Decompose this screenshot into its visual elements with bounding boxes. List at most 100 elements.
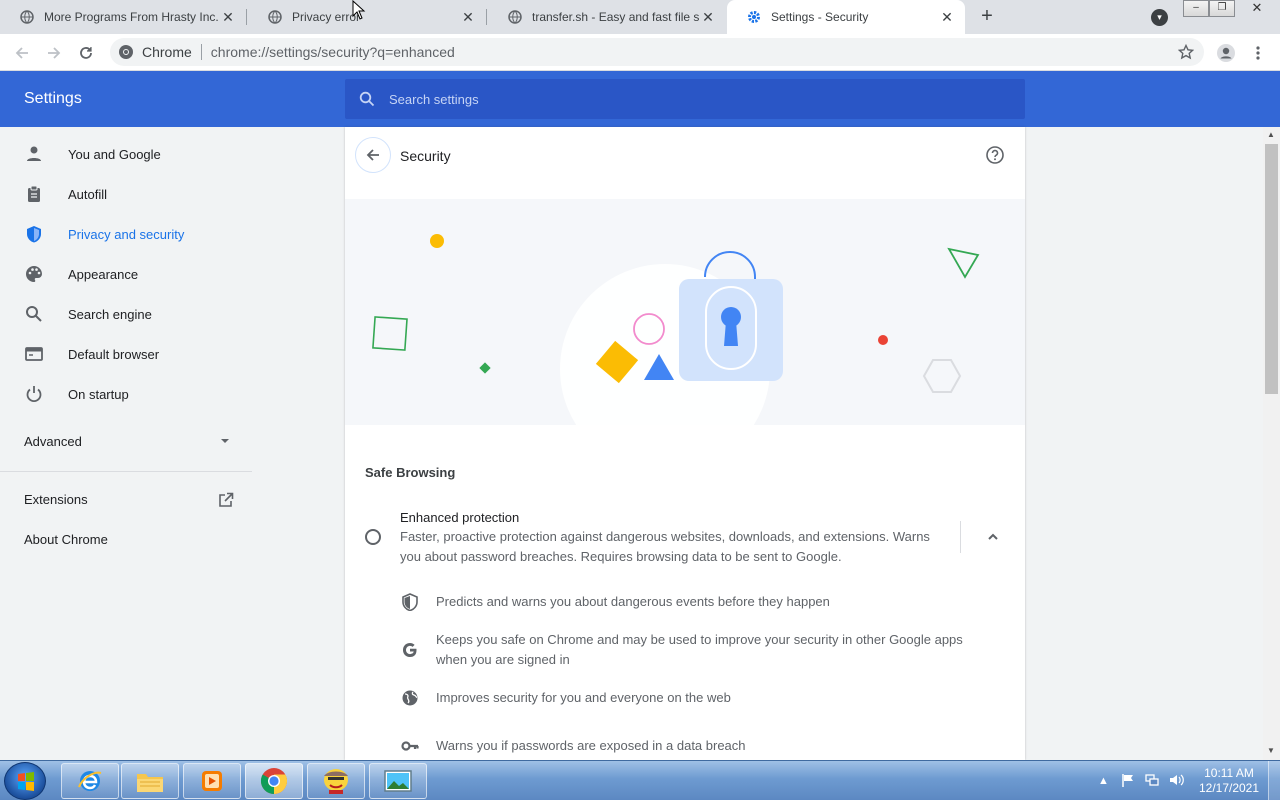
omnibox-divider [200, 44, 202, 60]
globe-icon [268, 10, 282, 24]
sidebar-item-label: On startup [68, 386, 129, 402]
page-scrollbar[interactable]: ▲ ▼ [1263, 127, 1280, 760]
clipboard-icon [24, 184, 44, 204]
tray-expand-icon[interactable]: ▲ [1098, 775, 1109, 787]
arrow-right-icon [48, 47, 61, 59]
palette-icon [24, 264, 44, 284]
photo-viewer-taskbar-button[interactable] [369, 763, 427, 799]
window-controls: – ❐ ✕ [1183, 0, 1279, 18]
app-taskbar-button[interactable] [307, 763, 365, 799]
picture-icon [384, 770, 412, 792]
tab-privacy-error[interactable]: Privacy error ✕ [248, 0, 486, 34]
shield-icon [400, 592, 420, 612]
search-icon [24, 304, 44, 324]
advanced-label: Advanced [24, 434, 82, 449]
media-player-taskbar-button[interactable] [183, 763, 241, 799]
chrome-icon [260, 768, 288, 795]
feature-item: Keeps you safe on Chrome and may be used… [400, 630, 996, 670]
sidebar-link-extensions[interactable]: Extensions [24, 492, 234, 511]
start-button[interactable] [4, 762, 46, 800]
address-toolbar: Chrome chrome://settings/security?q=enha… [0, 34, 1280, 71]
volume-icon[interactable] [1169, 773, 1185, 790]
system-tray: ▲ [1098, 761, 1185, 800]
option-label[interactable]: Enhanced protection [400, 510, 519, 525]
search-input[interactable] [389, 91, 989, 107]
bookmark-star-icon[interactable] [1177, 43, 1195, 63]
back-button[interactable] [10, 41, 34, 65]
search-settings-box[interactable] [345, 79, 1025, 119]
tab-title: Settings - Security [771, 10, 869, 24]
site-label: Chrome [142, 44, 192, 60]
sidebar-advanced-toggle[interactable]: Advanced [24, 434, 230, 449]
internet-explorer-icon [78, 771, 102, 791]
scroll-up-arrow-icon[interactable]: ▲ [1267, 130, 1275, 139]
key-icon [400, 736, 420, 756]
scroll-down-arrow-icon[interactable]: ▼ [1267, 746, 1275, 755]
tab-separator [246, 9, 247, 25]
chrome-taskbar-button[interactable] [245, 763, 303, 799]
sidebar-link-about-chrome[interactable]: About Chrome [24, 532, 108, 547]
tab-settings-security[interactable]: Settings - Security ✕ [727, 0, 965, 34]
sidebar-item-search-engine[interactable]: Search engine [0, 294, 256, 334]
internet-explorer-taskbar-button[interactable] [61, 763, 119, 799]
windows-logo-icon [18, 772, 34, 791]
clock[interactable]: 10:11 AM 12/17/2021 [1196, 766, 1262, 796]
tab-more-programs[interactable]: More Programs From Hrasty Inc. ✕ [0, 0, 246, 34]
sidebar-item-label: Privacy and security [68, 226, 185, 242]
tab-strip: More Programs From Hrasty Inc. ✕ Privacy… [0, 0, 1280, 34]
globe-icon [508, 10, 522, 24]
extensions-label: Extensions [24, 492, 88, 507]
sidebar-item-autofill[interactable]: Autofill [0, 174, 256, 214]
feature-item: Improves security for you and everyone o… [400, 688, 996, 708]
chevron-up-icon[interactable] [985, 529, 1001, 550]
url-text[interactable]: chrome://settings/security?q=enhanced [211, 44, 455, 60]
tab-transfer-sh[interactable]: transfer.sh - Easy and fast file sha ✕ [488, 0, 726, 34]
chrome-icon [118, 44, 134, 60]
media-player-icon [202, 771, 222, 791]
help-icon[interactable] [985, 145, 1005, 170]
forward-button[interactable] [42, 41, 66, 65]
sidebar-item-label: Appearance [68, 266, 139, 282]
close-window-button[interactable]: ✕ [1235, 0, 1279, 17]
sidebar-item-you-and-google[interactable]: You and Google [0, 134, 256, 174]
close-icon[interactable]: ✕ [460, 9, 476, 25]
reload-button[interactable] [74, 41, 98, 65]
settings-header: Settings [0, 71, 1280, 127]
feature-text: Keeps you safe on Chrome and may be used… [436, 632, 963, 667]
enhanced-protection-radio[interactable] [365, 529, 381, 545]
close-icon[interactable]: ✕ [939, 9, 955, 25]
profile-avatar[interactable] [1214, 41, 1238, 65]
more-menu-button[interactable] [1246, 41, 1270, 65]
close-icon[interactable]: ✕ [700, 9, 716, 25]
sidebar-item-default-browser[interactable]: Default browser [0, 334, 256, 374]
new-tab-button[interactable]: + [976, 6, 998, 28]
omnibox[interactable]: Chrome chrome://settings/security?q=enha… [110, 38, 1204, 66]
mouse-cursor-icon [352, 0, 366, 25]
tab-search-icon[interactable]: ▾ [1151, 9, 1168, 26]
safe-browsing-heading: Safe Browsing [365, 465, 456, 480]
back-arrow-button[interactable] [355, 137, 391, 173]
arrow-left-icon [15, 47, 28, 59]
action-center-flag-icon[interactable] [1121, 773, 1135, 790]
sidebar-divider [0, 471, 252, 472]
close-icon[interactable]: ✕ [220, 9, 236, 25]
person-icon [24, 144, 44, 164]
minimize-button[interactable]: – [1183, 0, 1209, 17]
restore-button[interactable]: ❐ [1209, 0, 1235, 17]
file-explorer-taskbar-button[interactable] [121, 763, 179, 799]
arrow-left-icon [366, 149, 379, 161]
option-description: Faster, proactive protection against dan… [400, 529, 930, 564]
network-icon[interactable] [1145, 773, 1159, 790]
sidebar-item-on-startup[interactable]: On startup [0, 374, 256, 414]
sidebar-item-privacy-and-security[interactable]: Privacy and security [0, 214, 256, 254]
globe-icon [400, 688, 420, 708]
security-card: Security Safe Browsing Enhanced protecti… [345, 127, 1025, 760]
section-title: Security [400, 148, 451, 164]
sidebar-item-appearance[interactable]: Appearance [0, 254, 256, 294]
scrollbar-thumb[interactable] [1265, 144, 1278, 394]
show-desktop-button[interactable] [1268, 761, 1280, 800]
reload-icon [80, 47, 92, 59]
sidebar-item-label: You and Google [68, 146, 161, 162]
kebab-icon [1256, 46, 1260, 60]
tab-title: More Programs From Hrasty Inc. [44, 10, 219, 24]
